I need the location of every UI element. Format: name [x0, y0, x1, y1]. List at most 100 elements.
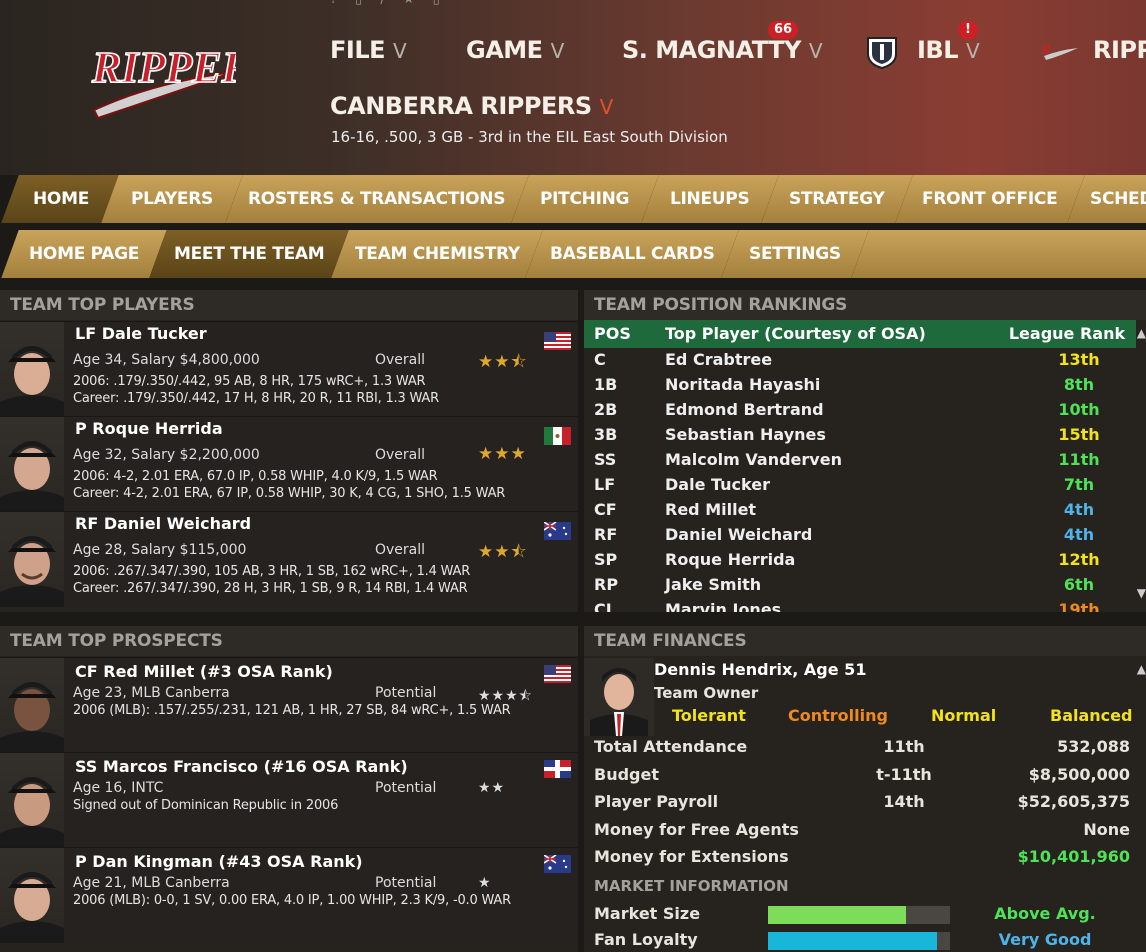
- player-name[interactable]: P Dan Kingman (#43 OSA Rank): [75, 852, 363, 871]
- player-name[interactable]: P Roque Herrida: [75, 419, 223, 438]
- player-name[interactable]: RF Daniel Weichard: [75, 514, 251, 533]
- season-stats: 2006: 4-2, 2.01 ERA, 67.0 IP, 0.58 WHIP,…: [73, 469, 438, 484]
- league-rank-cell: 10th: [1058, 400, 1100, 419]
- player-link[interactable]: Edmond Bertrand: [665, 400, 824, 419]
- prospect-card[interactable]: P Dan Kingman (#43 OSA Rank) Age 21, MLB…: [0, 847, 578, 943]
- tab-spacer: [851, 230, 1146, 278]
- menu-game[interactable]: GAME V: [466, 36, 564, 68]
- ranking-row[interactable]: 3B Sebastian Haynes 15th: [584, 423, 1146, 448]
- ranking-row[interactable]: RF Daniel Weichard 4th: [584, 523, 1146, 548]
- finance-row: Budget t-11th $8,500,000: [584, 762, 1140, 789]
- market-value: Very Good: [998, 930, 1092, 949]
- player-name[interactable]: CF Red Millet (#3 OSA Rank): [75, 662, 333, 681]
- dominican-flag-icon: [544, 760, 571, 778]
- column-header-pos[interactable]: POS: [594, 324, 631, 343]
- scroll-up-icon[interactable]: ▲: [1137, 662, 1146, 676]
- player-photo: [0, 848, 64, 943]
- prospect-card[interactable]: SS Marcos Francisco (#16 OSA Rank) Age 1…: [0, 752, 578, 848]
- tab-team-chemistry[interactable]: TEAM CHEMISTRY: [331, 230, 545, 278]
- player-link[interactable]: Daniel Weichard: [665, 525, 812, 544]
- ranking-row[interactable]: CL Marvin Jones 19th: [584, 598, 1146, 612]
- scroll-down-icon[interactable]: ▼: [1137, 586, 1146, 600]
- ranking-row[interactable]: 2B Edmond Bertrand 10th: [584, 398, 1146, 423]
- player-link[interactable]: Dale Tucker: [665, 475, 770, 494]
- player-photo: [0, 512, 64, 607]
- team-title[interactable]: CANBERRA RIPPERS V: [330, 92, 613, 120]
- player-link[interactable]: Malcolm Vanderven: [665, 450, 842, 469]
- player-link[interactable]: Sebastian Haynes: [665, 425, 826, 444]
- menu-team[interactable]: RIPP: [1093, 36, 1146, 68]
- tab-front-office[interactable]: FRONT OFFICE: [895, 175, 1087, 223]
- league-rank-cell: 15th: [1058, 425, 1100, 444]
- column-header-rank[interactable]: League Rank: [1002, 324, 1132, 343]
- menu-league[interactable]: IBL V: [917, 36, 980, 68]
- ranking-row[interactable]: SP Roque Herrida 12th: [584, 548, 1146, 573]
- market-label: Fan Loyalty: [594, 930, 698, 949]
- signing-info: Signed out of Dominican Republic in 2006: [73, 798, 339, 813]
- save-icon[interactable]: ▯: [433, 0, 440, 7]
- chevron-down-icon: V: [599, 95, 614, 119]
- star-icon[interactable]: ★: [403, 0, 415, 7]
- tab-strategy[interactable]: STRATEGY: [761, 175, 915, 223]
- panel-title: TEAM TOP PROSPECTS: [0, 626, 578, 656]
- player-link[interactable]: Jake Smith: [665, 575, 761, 594]
- ranking-row[interactable]: LF Dale Tucker 7th: [584, 473, 1146, 498]
- tab-meet-the-team[interactable]: MEET THE TEAM: [149, 230, 351, 278]
- column-header-player[interactable]: Top Player (Courtesy of OSA): [665, 324, 926, 343]
- owner-role: Team Owner: [654, 684, 759, 702]
- market-bar-track: [768, 932, 950, 950]
- ranking-row[interactable]: C Ed Crabtree 13th: [584, 348, 1146, 373]
- tab-settings[interactable]: SETTINGS: [721, 230, 871, 278]
- position-cell: CL: [594, 600, 616, 612]
- market-bar-track: [768, 906, 950, 924]
- player-card[interactable]: LF Dale Tucker Age 34, Salary $4,800,000…: [0, 321, 578, 417]
- owner-name[interactable]: Dennis Hendrix, Age 51: [654, 660, 866, 679]
- menu-file[interactable]: FILE V: [330, 36, 407, 68]
- player-info: Age 21, MLB Canberra: [73, 875, 230, 891]
- market-label: Market Size: [594, 904, 701, 923]
- position-cell: LF: [594, 475, 616, 494]
- finance-row: Money for Extensions $10,401,960: [584, 844, 1140, 871]
- tab-home-page[interactable]: HOME PAGE: [1, 230, 169, 278]
- tab-players[interactable]: PLAYERS: [101, 175, 245, 223]
- player-link[interactable]: Roque Herrida: [665, 550, 795, 569]
- ranking-row[interactable]: CF Red Millet 4th: [584, 498, 1146, 523]
- league-rank-cell: 4th: [1063, 525, 1095, 544]
- tab-pitching[interactable]: PITCHING: [511, 175, 661, 223]
- rating-label: Potential: [375, 780, 437, 796]
- menu-manager[interactable]: S. MAGNATTY V: [622, 36, 823, 68]
- player-name[interactable]: SS Marcos Francisco (#16 OSA Rank): [75, 757, 408, 776]
- tab-rosters-transactions[interactable]: ROSTERS & TRANSACTIONS: [225, 175, 531, 223]
- ranking-row[interactable]: SS Malcolm Vanderven 11th: [584, 448, 1146, 473]
- player-link[interactable]: Noritada Hayashi: [665, 375, 820, 394]
- player-link[interactable]: Red Millet: [665, 500, 756, 519]
- prospect-card[interactable]: CF Red Millet (#3 OSA Rank) Age 23, MLB …: [0, 657, 578, 753]
- help-icon[interactable]: ?: [330, 0, 337, 7]
- scroll-up-icon[interactable]: ▲: [1137, 326, 1146, 340]
- market-row: Market Size Above Avg.: [584, 902, 1140, 928]
- australia-flag-icon: [543, 854, 571, 873]
- rating-stars: ★★: [478, 780, 506, 796]
- league-rank-cell: 7th: [1063, 475, 1095, 494]
- ranking-row[interactable]: RP Jake Smith 6th: [584, 573, 1146, 598]
- player-photo: [0, 417, 64, 512]
- tab-lineups[interactable]: LINEUPS: [641, 175, 781, 223]
- finance-value: $10,401,960: [1017, 847, 1130, 866]
- rankings-header: POS Top Player (Courtesy of OSA) League …: [584, 320, 1136, 348]
- primary-tabs: HOME PLAYERS ROSTERS & TRANSACTIONS PITC…: [0, 175, 1146, 223]
- player-name[interactable]: LF Dale Tucker: [75, 324, 207, 343]
- league-rank-cell: 4th: [1063, 500, 1095, 519]
- toolbar-icons: ? ▯ / ★ ▯: [330, 0, 1146, 12]
- tab-baseball-cards[interactable]: BASEBALL CARDS: [525, 230, 741, 278]
- player-card[interactable]: P Roque Herrida Age 32, Salary $2,200,00…: [0, 416, 578, 512]
- back-icon[interactable]: /: [380, 0, 384, 7]
- player-card[interactable]: RF Daniel Weichard Age 28, Salary $115,0…: [0, 511, 578, 607]
- ranking-row[interactable]: 1B Noritada Hayashi 8th: [584, 373, 1146, 398]
- career-stats: Career: 4-2, 2.01 ERA, 67 IP, 0.58 WHIP,…: [73, 486, 506, 501]
- finances-panel: TEAM FINANCES Dennis Hendrix, Age 51 Tea…: [584, 626, 1146, 952]
- player-link[interactable]: Ed Crabtree: [665, 350, 772, 369]
- player-link[interactable]: Marvin Jones: [665, 600, 781, 612]
- save-icon[interactable]: ▯: [355, 0, 362, 7]
- position-cell: C: [594, 350, 606, 369]
- finance-label: Money for Extensions: [594, 847, 789, 866]
